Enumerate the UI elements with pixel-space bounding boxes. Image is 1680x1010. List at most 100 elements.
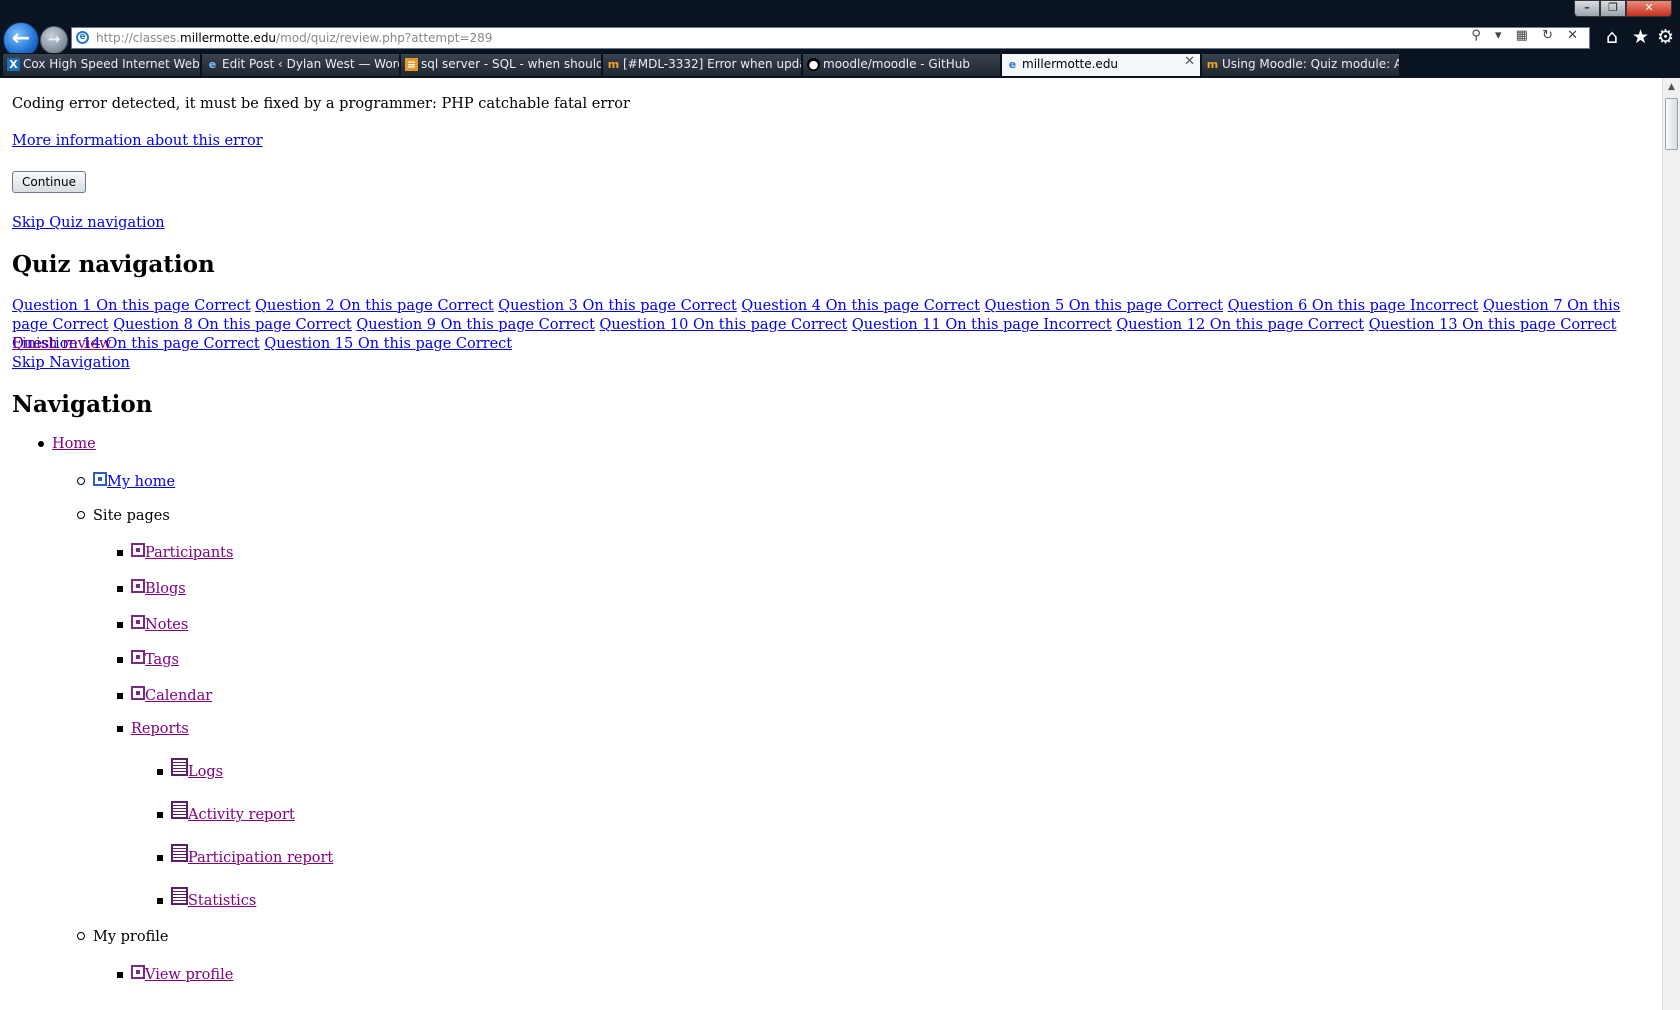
tab-label: Using Moodle: Quiz module: A... — [1222, 57, 1400, 71]
address-url[interactable]: http://classes.millermotte.edu/mod/quiz/… — [96, 28, 492, 48]
maximize-button[interactable]: ❐ — [1600, 0, 1626, 17]
nav-item-notes: Notes — [117, 615, 188, 633]
url-path: /mod/quiz/review.php?attempt=289 — [276, 31, 493, 45]
disc-bullet-icon — [38, 441, 44, 447]
navigation-node-icon — [131, 579, 145, 593]
statistics-link[interactable]: Statistics — [188, 893, 256, 909]
gear-icon[interactable]: ⚙ — [1657, 26, 1674, 48]
quiz-nav-question-links: Question 1 On this page Correct Question… — [12, 297, 1646, 354]
favorites-star-icon[interactable]: ★ — [1632, 26, 1649, 48]
circle-bullet-icon — [77, 477, 85, 485]
more-info-link[interactable]: More information about this error — [12, 133, 263, 149]
moodle-favicon-icon: m — [607, 58, 620, 71]
tab-cox[interactable]: X Cox High Speed Internet Web... — [2, 53, 201, 76]
ie-favicon-icon: e — [1008, 58, 1017, 71]
question-link-6[interactable]: Question 6 On this page Incorrect — [1228, 298, 1479, 314]
square-bullet-icon — [117, 972, 123, 978]
url-prefix: http://classes. — [96, 31, 180, 45]
close-tab-icon[interactable]: ✕ — [1184, 54, 1195, 69]
report-icon — [171, 801, 188, 819]
question-link-2[interactable]: Question 2 On this page Correct — [255, 298, 494, 314]
question-link-4[interactable]: Question 4 On this page Correct — [741, 298, 980, 314]
tab-label: Cox High Speed Internet Web... — [23, 57, 201, 71]
tab-label: [#MDL-3332] Error when updat... — [623, 57, 801, 71]
tab-strip: X Cox High Speed Internet Web... e Edit Po… — [0, 53, 1680, 77]
participation-report-link[interactable]: Participation report — [188, 850, 333, 866]
address-tools-icons[interactable]: ⚲ ▾ ▦ ↻ ✕ — [1471, 28, 1583, 43]
forward-button[interactable]: → — [40, 26, 68, 54]
square-bullet-icon — [157, 769, 163, 775]
question-link-3[interactable]: Question 3 On this page Correct — [498, 298, 737, 314]
address-bar[interactable]: e http://classes.millermotte.edu/mod/qui… — [71, 27, 1590, 49]
nav-item-my-home: My home — [77, 472, 175, 490]
continue-button[interactable]: Continue — [12, 171, 86, 193]
error-message: Coding error detected, it must be fixed … — [12, 96, 630, 112]
question-link-1[interactable]: Question 1 On this page Correct — [12, 298, 251, 314]
skip-quiz-nav-link[interactable]: Skip Quiz navigation — [12, 215, 165, 231]
nav-item-participants: Participants — [117, 543, 233, 561]
home-link[interactable]: Home — [52, 436, 96, 452]
minimize-button[interactable]: – — [1574, 0, 1600, 17]
question-link-10[interactable]: Question 10 On this page Correct — [600, 317, 848, 333]
reports-link[interactable]: Reports — [131, 721, 189, 737]
question-link-15[interactable]: Question 15 On this page Correct — [264, 336, 512, 352]
question-link-5[interactable]: Question 5 On this page Correct — [985, 298, 1224, 314]
circle-bullet-icon — [77, 932, 85, 940]
tab-sql-server[interactable]: ≡ sql server - SQL - when should ... — [400, 53, 602, 76]
nav-item-statistics: Statistics — [157, 887, 256, 909]
square-bullet-icon — [157, 812, 163, 818]
activity-report-link[interactable]: Activity report — [188, 807, 295, 823]
tab-label: Edit Post ‹ Dylan West — Word... — [222, 57, 400, 71]
nav-item-activity-report: Activity report — [157, 801, 295, 823]
nav-item-calendar: Calendar — [117, 686, 212, 704]
circle-bullet-icon — [77, 511, 85, 519]
tab-github[interactable]: ● moodle/moodle - GitHub — [802, 53, 1001, 76]
tab-label: moodle/moodle - GitHub — [823, 57, 970, 71]
tab-millermotte-active[interactable]: e millermotte.edu ✕ — [1001, 53, 1201, 76]
navigation-node-icon — [131, 686, 145, 700]
question-link-8[interactable]: Question 8 On this page Correct — [113, 317, 352, 333]
navigation-node-icon — [131, 543, 145, 557]
calendar-link[interactable]: Calendar — [145, 688, 212, 704]
participants-link[interactable]: Participants — [145, 545, 233, 561]
square-bullet-icon — [157, 898, 163, 904]
report-icon — [171, 758, 188, 776]
tab-mdl-3332[interactable]: m[#MDL-3332] Error when updat... — [602, 53, 802, 76]
nav-item-home: Home — [38, 436, 96, 452]
scroll-up-arrow-icon[interactable]: ▲ — [1664, 78, 1679, 96]
vertical-scrollbar[interactable]: ▲ — [1662, 78, 1680, 1010]
question-link-11[interactable]: Question 11 On this page Incorrect — [852, 317, 1112, 333]
tab-edit-post[interactable]: e Edit Post ‹ Dylan West — Word... — [201, 53, 400, 76]
square-bullet-icon — [117, 586, 123, 592]
nav-item-reports: Reports — [117, 721, 189, 737]
url-domain: millermotte.edu — [180, 31, 277, 45]
square-bullet-icon — [117, 550, 123, 556]
navigation-heading: Navigation — [12, 391, 153, 418]
logs-link[interactable]: Logs — [188, 764, 223, 780]
github-favicon-icon: ● — [807, 58, 820, 71]
question-link-9[interactable]: Question 9 On this page Correct — [356, 317, 595, 333]
stackoverflow-favicon-icon: ≡ — [405, 58, 418, 71]
nav-item-tags: Tags — [117, 650, 179, 668]
home-icon[interactable]: ⌂ — [1606, 26, 1618, 48]
blogs-link[interactable]: Blogs — [145, 581, 186, 597]
square-bullet-icon — [157, 855, 163, 861]
question-link-13[interactable]: Question 13 On this page Correct — [1369, 317, 1617, 333]
report-icon — [171, 844, 188, 862]
notes-link[interactable]: Notes — [145, 617, 188, 633]
tags-link[interactable]: Tags — [145, 652, 179, 668]
skip-navigation-link[interactable]: Skip Navigation — [12, 355, 130, 371]
my-home-link[interactable]: My home — [107, 474, 175, 490]
view-profile-link[interactable]: View profile — [145, 967, 233, 983]
finish-review-link[interactable]: Finish review — [12, 336, 111, 352]
scrollbar-thumb[interactable] — [1665, 98, 1678, 150]
my-profile-label: My profile — [93, 929, 169, 945]
nav-item-site-pages: Site pages — [77, 508, 170, 524]
close-window-button[interactable]: ✕ — [1626, 0, 1672, 17]
question-link-12[interactable]: Question 12 On this page Correct — [1116, 317, 1364, 333]
nav-item-my-profile: My profile — [77, 929, 168, 945]
square-bullet-icon — [117, 726, 123, 732]
nav-item-blogs: Blogs — [117, 579, 186, 597]
browser-chrome: ← → e http://classes.millermotte.edu/mod… — [0, 0, 1680, 78]
tab-using-moodle[interactable]: m Using Moodle: Quiz module: A... — [1201, 53, 1400, 76]
